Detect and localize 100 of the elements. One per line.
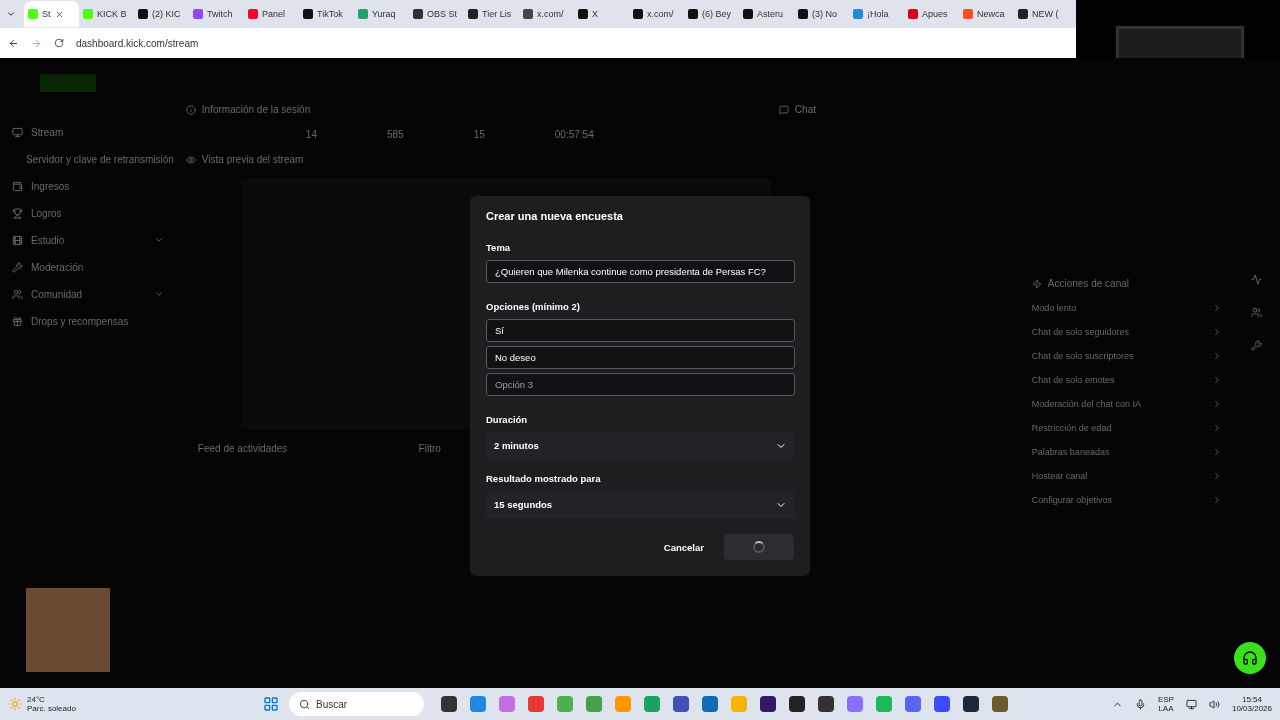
option-field[interactable]: Opción 3 [486,373,795,396]
result-duration-select[interactable]: 15 segundos [486,491,795,518]
wrench-icon[interactable] [1251,340,1263,351]
sidebar-icon [12,315,23,327]
browser-tab[interactable]: (3) No [794,1,849,27]
browser-tab[interactable]: (6) Bey [684,1,739,27]
bolt-icon [1031,278,1042,289]
forward-icon[interactable] [31,37,42,49]
topic-field[interactable]: ¿Quieren que Milenka continue como presidenta de Persas FC? [486,260,795,283]
reload-icon[interactable] [54,38,64,48]
app-icon[interactable] [672,696,689,712]
dialog-title: Crear una nueva encuesta [486,210,624,222]
channel-action[interactable]: Chat de solo emotes [1031,375,1232,385]
option-field[interactable]: No deseo [486,346,795,369]
users-icon[interactable] [1251,307,1263,318]
sidebar-item[interactable]: Logros [12,204,174,222]
cancel-button[interactable]: Cancelar [657,535,710,559]
browser-tab[interactable]: TikTok [299,1,354,27]
sidebar-icon [12,261,23,273]
channel-action[interactable]: Modo lento [1031,303,1232,313]
channel-action[interactable]: Restricción de edad [1031,423,1232,433]
channel-action[interactable]: Configurar objetivos [1031,495,1232,505]
channel-action[interactable]: Palabras baneadas [1031,447,1232,457]
chevron-icon [153,289,164,299]
address-bar[interactable]: dashboard.kick.com/stream [76,37,199,49]
panel-title: Acciones de canal [1047,278,1129,289]
sidebar-item[interactable]: Servidor y clave de retransmisión [12,150,174,168]
stat-value: 585 [386,129,404,140]
app-icon[interactable] [962,696,979,712]
sidebar-icon [12,207,23,219]
browser-tab[interactable]: Asteru [739,1,794,27]
sidebar-item[interactable]: Estudio [12,231,174,249]
browser-tab[interactable]: Yuraq [354,1,409,27]
back-icon[interactable] [8,37,19,49]
field-label: Tema [486,242,512,253]
sidebar-item[interactable]: Comunidad [12,285,174,303]
temperature-text: 24°C [27,694,46,704]
clock-date[interactable]: 10/03/2026 [1231,704,1272,714]
search-icon [299,698,310,710]
app-icon[interactable] [759,696,776,712]
panel-title: Chat [794,104,816,115]
stat-value: 15 [473,129,485,140]
clock-time[interactable]: 15:54 [1231,694,1272,704]
browser-tab[interactable]: Newca [959,1,1014,27]
option-field[interactable]: Sí [486,319,795,342]
app-icon[interactable] [440,696,457,712]
sidebar-item[interactable]: Stream [12,123,174,141]
language-text[interactable]: ESP [1157,694,1174,704]
browser-tab[interactable]: Twitch [189,1,244,27]
chat-icon [778,104,789,115]
browser-tab[interactable]: NEW ( [1014,1,1069,27]
spinner-icon [753,541,765,553]
submit-button[interactable] [724,534,794,560]
browser-tab[interactable]: ¡Hola [849,1,904,27]
sidebar-icon [12,288,23,300]
support-button[interactable] [1234,642,1266,674]
field-label: Resultado mostrado para [486,473,602,484]
logo [40,74,96,92]
chevron-icon [153,235,164,245]
field-label: Duración [486,414,529,425]
browser-tab[interactable]: (2) KIC [134,1,189,27]
panel-title: Vista previa del stream [201,154,304,165]
sidebar-item[interactable]: Ingresos [12,177,174,195]
browser-tab[interactable]: Tier Lis [464,1,519,27]
info-icon [185,104,196,115]
stat-value: 14 [305,129,317,140]
panel-title: Feed de actividades [196,443,288,454]
taskbar-search[interactable]: Buscar [289,692,424,716]
eye-icon [185,154,196,165]
duration-select[interactable]: 2 minutos [486,432,795,459]
browser-tab[interactable]: x.com/ [519,1,574,27]
weather-text: Parc. soleado [27,704,76,714]
browser-tab[interactable]: X [574,1,629,27]
close-icon[interactable] [54,9,64,19]
microphone-icon[interactable] [1134,698,1146,710]
sidebar-icon [12,126,23,138]
browser-tab[interactable]: OBS St [409,1,464,27]
layout-text[interactable]: LAA [1157,704,1174,714]
channel-action[interactable]: Chat de solo suscriptores [1031,351,1232,361]
browser-tab[interactable]: x.com/ [629,1,684,27]
filter-link[interactable]: Filtro [418,443,441,454]
start-icon[interactable] [263,696,279,712]
activity-icon[interactable] [1251,274,1263,285]
sidebar-icon [12,180,23,192]
sidebar-icon [12,234,23,246]
tab-list-icon[interactable] [6,9,16,19]
channel-action[interactable]: Chat de solo seguidores [1031,327,1232,337]
sidebar-item[interactable]: Moderación [12,258,174,276]
channel-action[interactable]: Moderación del chat con IA [1031,399,1232,409]
app-icon[interactable] [788,696,805,712]
sidebar-item[interactable]: Drops y recompensas [12,312,174,330]
browser-tab[interactable]: St [24,1,79,27]
browser-tab[interactable]: Panel [244,1,299,27]
channel-action[interactable]: Hostear canal [1031,471,1232,481]
volume-icon[interactable] [1208,698,1220,710]
browser-tab[interactable]: Apues [904,1,959,27]
stat-value: 00:57:54 [554,129,594,140]
headset-icon [1242,650,1258,666]
app-icon[interactable] [817,696,834,712]
browser-tab[interactable]: KICK B [79,1,134,27]
